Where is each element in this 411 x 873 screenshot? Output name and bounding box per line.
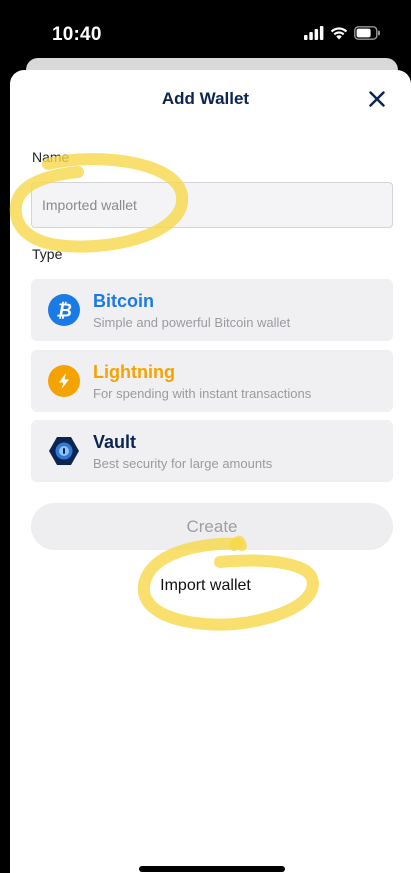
wallet-type-vault[interactable]: Vault Best security for large amounts <box>31 420 393 482</box>
bitcoin-icon: ₿ <box>48 294 80 326</box>
wallet-type-description: For spending with instant transactions <box>93 386 312 401</box>
type-label: Type <box>32 246 63 262</box>
wallet-type-title: Bitcoin <box>93 291 154 311</box>
close-icon <box>369 91 385 107</box>
close-button[interactable] <box>364 86 390 112</box>
status-bar: 10:40 <box>0 0 411 64</box>
lightning-icon <box>48 365 80 397</box>
import-wallet-link[interactable]: Import wallet <box>0 577 411 595</box>
battery-icon <box>354 26 380 40</box>
wallet-type-description: Best security for large amounts <box>93 456 273 471</box>
wifi-icon <box>330 27 348 40</box>
vault-icon <box>49 437 79 465</box>
home-indicator <box>139 866 285 872</box>
status-time: 10:40 <box>52 24 102 45</box>
wallet-type-title: Vault <box>93 432 137 452</box>
status-icons <box>304 26 381 40</box>
wallet-type-bitcoin[interactable]: ₿ Bitcoin Simple and powerful Bitcoin wa… <box>31 279 393 341</box>
page-title: Add Wallet <box>161 89 250 108</box>
name-label: Name <box>32 149 70 165</box>
wallet-type-lightning[interactable]: Lightning For spending with instant tran… <box>31 350 393 412</box>
create-button[interactable]: Create <box>31 503 393 550</box>
svg-text:₿: ₿ <box>56 301 72 322</box>
wallet-type-description: Simple and powerful Bitcoin wallet <box>93 315 291 330</box>
wallet-type-title: Lightning <box>93 362 175 382</box>
wallet-name-input[interactable] <box>31 182 393 228</box>
cellular-signal-icon <box>304 26 324 40</box>
